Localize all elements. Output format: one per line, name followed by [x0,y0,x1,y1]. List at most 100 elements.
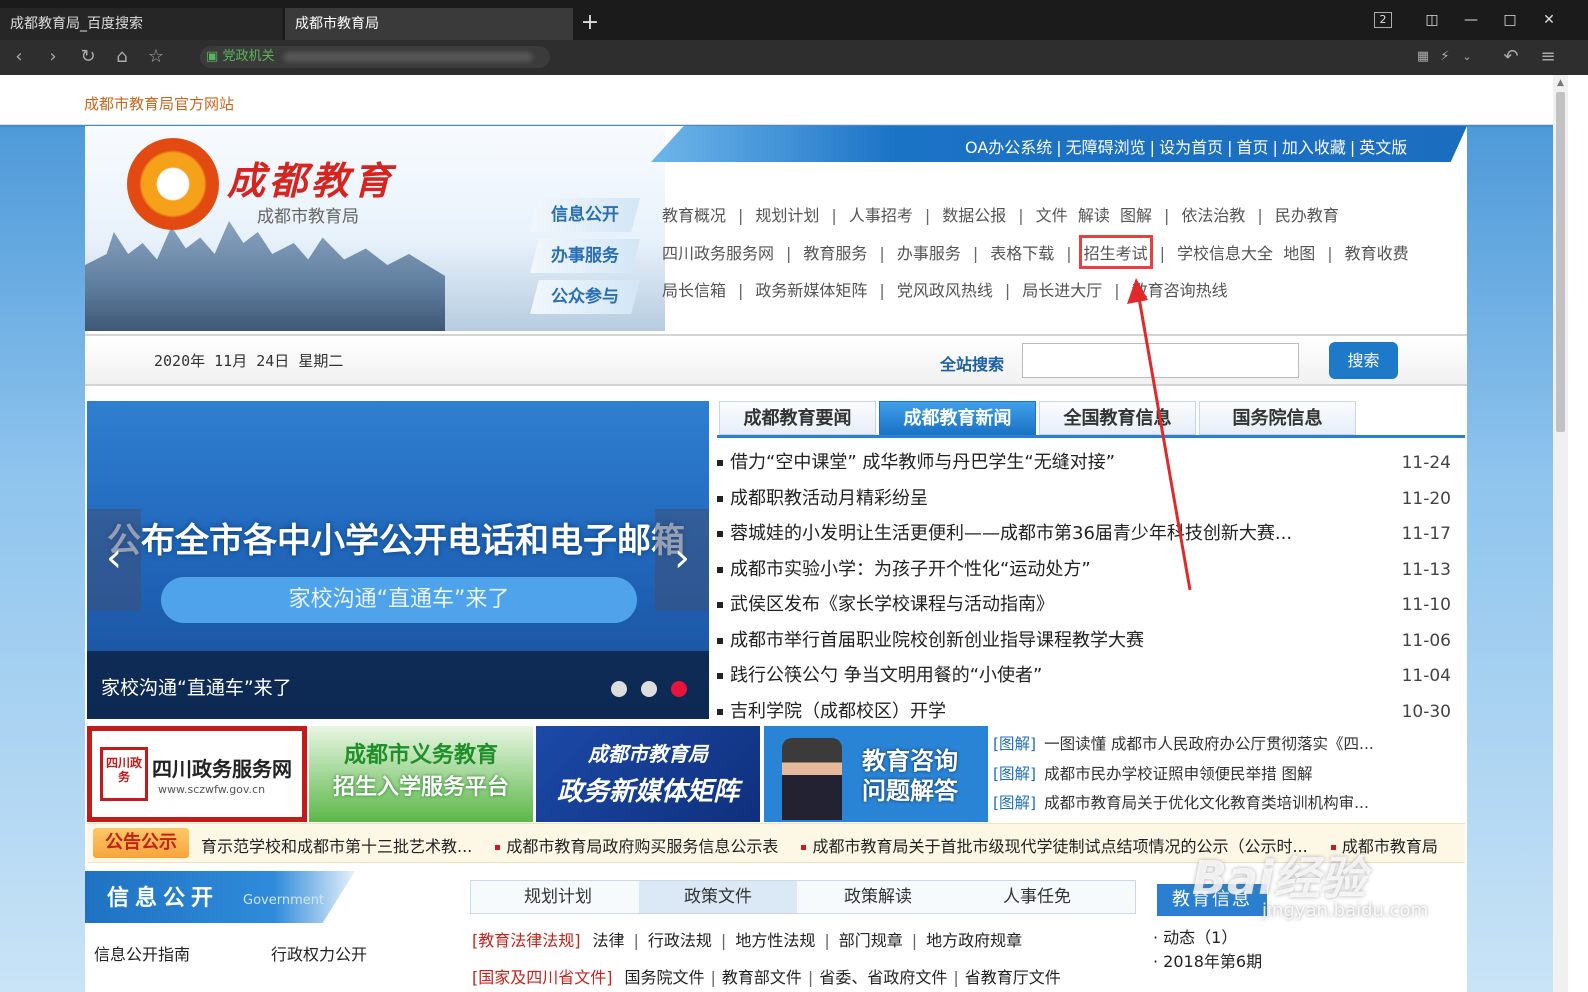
nav-item[interactable]: 文件 [1036,202,1068,226]
address-bar[interactable]: ▣ 党政机关 [200,46,550,68]
link-accessibility[interactable]: 无障碍浏览 [1066,138,1146,157]
new-tab-button[interactable]: + [578,8,602,38]
chevron-down-icon[interactable]: ⌄ [1456,46,1478,68]
carousel-prev-button[interactable]: ‹ [87,509,141,611]
tab-policy-docs[interactable]: 政策文件 [639,881,797,913]
policy-link[interactable]: 省教育厅文件 [965,968,1061,987]
news-title[interactable]: 成都市实验小学：为孩子开个性化“运动处方” [730,559,1091,580]
list-item[interactable]: · 动态（1） [1153,926,1262,950]
reload-icon[interactable]: ↻ [77,46,99,68]
nav-item[interactable]: 解读 [1078,202,1110,226]
lightning-icon[interactable]: ⚡ [1434,46,1456,68]
item-text[interactable]: 成都市民办学校证照申领便民举措 图解 [1044,765,1312,783]
scrollbar-thumb[interactable] [1556,92,1565,432]
qr-icon[interactable]: ▦ [1412,46,1434,68]
item-text[interactable]: 成都市教育局关于优化文化教育类培训机构审... [1044,794,1369,812]
link-home[interactable]: 首页 [1236,138,1268,157]
back-icon[interactable]: ‹ [8,46,30,68]
carousel-dot[interactable] [611,681,627,697]
link-bookmark[interactable]: 加入收藏 [1282,138,1346,157]
new-media-matrix-banner[interactable]: 成都市教育局 政务新媒体矩阵 [536,726,760,822]
star-icon[interactable]: ☆ [145,46,167,68]
nav-item[interactable]: 政务新媒体矩阵 [755,277,867,301]
nav-item[interactable]: 教育咨询热线 [1132,277,1228,301]
nav-item[interactable]: 地图 [1283,240,1315,264]
menu-icon[interactable]: ≡ [1537,46,1559,68]
logo-title[interactable]: 成都教育 [227,150,395,205]
news-item[interactable]: 武侯区发布《家长学校课程与活动指南》 11-10 [717,588,1457,624]
nav-item[interactable]: 学校信息大全 [1177,240,1273,264]
tab-state-council[interactable]: 国务院信息 [1199,401,1356,435]
policy-link[interactable]: 省委、省政府文件 [819,968,947,987]
slide-caption[interactable]: 家校沟通“直通车”来了 [101,673,292,700]
tab-count-badge[interactable]: 2 [1374,12,1392,28]
shirt-icon[interactable]: ◫ [1417,8,1447,32]
nav-item[interactable]: 党风政风热线 [897,277,993,301]
notice-item[interactable]: 育示范学校和成都市第十三批艺术教... [201,837,472,856]
news-item[interactable]: 成都职教活动月精彩纷呈 11-20 [717,482,1457,518]
nav-item[interactable]: 局长信箱 [662,277,726,301]
notice-label[interactable]: 公告公示 [93,828,189,858]
row-label[interactable]: [国家及四川省文件] [472,968,613,987]
infographic-item[interactable]: [图解] 成都市民办学校证照申领便民举措 图解 [993,760,1463,790]
forward-icon[interactable]: › [42,46,64,68]
row-label[interactable]: [教育法律法规] [472,931,581,950]
minimize-icon[interactable]: — [1456,8,1486,32]
tab-baidu-search[interactable]: 成都教育局_百度搜索 [0,8,283,40]
policy-link[interactable]: 法律 [593,931,625,950]
tab-personnel[interactable]: 人事任免 [958,881,1116,913]
home-icon[interactable]: ⌂ [111,46,133,68]
search-input[interactable] [1022,343,1299,378]
news-item[interactable]: 借力“空中课堂” 成华教师与丹巴学生“无缝对接” 11-24 [717,446,1457,482]
nav-item[interactable]: 图解 [1120,202,1152,226]
nav-item[interactable]: 教育收费 [1345,240,1409,264]
link-oa[interactable]: OA办公系统 [965,138,1052,157]
news-title[interactable]: 借力“空中课堂” 成华教师与丹巴学生“无缝对接” [730,452,1115,473]
tab-planning[interactable]: 规划计划 [479,881,637,913]
section-title[interactable]: 信息公开 [107,880,219,912]
tab-national-education[interactable]: 全国教育信息 [1039,401,1196,435]
link-english[interactable]: 英文版 [1359,138,1407,157]
nav-item[interactable]: 教育概况 [662,202,726,226]
item-text[interactable]: 一图读懂 成都市人民政府办公厅贯彻落实《四... [1044,735,1374,753]
news-title[interactable]: 蓉城娃的小发明让生活更便利——成都市第36届青少年科技创新大赛... [730,523,1292,544]
nav-tag-participation[interactable]: 公众参与 [530,280,640,314]
link-admin-power[interactable]: 行政权力公开 [271,941,367,965]
nav-item[interactable]: 教育服务 [803,240,867,264]
link-set-homepage[interactable]: 设为首页 [1159,138,1223,157]
news-title[interactable]: 成都市举行首届职业院校创新创业指导课程教学大赛 [730,630,1144,651]
policy-link[interactable]: 教育部文件 [722,968,802,987]
link-info-guide[interactable]: 信息公开指南 [94,941,190,965]
tab-education-headlines[interactable]: 成都教育要闻 [719,401,876,435]
news-title[interactable]: 成都职教活动月精彩纷呈 [730,488,928,509]
policy-link[interactable]: 地方性法规 [735,931,815,950]
image-carousel[interactable]: 公布全市各中小学公开电话和电子邮箱 家校沟通“直通车”来了 ‹ › 家校沟通“直… [87,401,709,719]
news-title[interactable]: 吉利学院（成都校区）开学 [730,701,946,722]
nav-tag-info-public[interactable]: 信息公开 [530,198,640,232]
tab-chengdu-education[interactable]: 成都市教育局 [285,8,573,40]
policy-link[interactable]: 部门规章 [839,931,903,950]
maximize-icon[interactable]: □ [1495,8,1525,32]
carousel-next-button[interactable]: › [655,509,709,611]
nav-item[interactable]: 局长进大厅 [1022,277,1102,301]
news-title[interactable]: 践行公筷公勺 争当文明用餐的“小使者” [730,665,1042,686]
carousel-dot[interactable] [641,681,657,697]
nav-item-admission-exam[interactable]: 招生考试 [1078,235,1153,269]
admission-platform-banner[interactable]: 成都市义务教育 招生入学服务平台 [309,726,533,822]
policy-link[interactable]: 行政法规 [648,931,712,950]
notice-item[interactable]: 成都市教育局政府购买服务信息公示表 [495,837,778,856]
news-title[interactable]: 武侯区发布《家长学校课程与活动指南》 [730,594,1054,615]
undo-icon[interactable]: ↶ [1500,46,1522,68]
tab-education-news[interactable]: 成都教育新闻 [879,401,1036,435]
news-item[interactable]: 成都市实验小学：为孩子开个性化“运动处方” 11-13 [717,553,1457,589]
nav-item[interactable]: 民办教育 [1275,202,1339,226]
search-button[interactable]: 搜索 [1329,342,1398,379]
infographic-item[interactable]: [图解] 一图读懂 成都市人民政府办公厅贯彻落实《四... [993,730,1463,760]
nav-item[interactable]: 表格下载 [990,240,1054,264]
scroll-up-arrow[interactable]: ▲ [1553,78,1568,90]
news-item[interactable]: 吉利学院（成都校区）开学 10-30 [717,695,1457,731]
tab-policy-interpretation[interactable]: 政策解读 [799,881,957,913]
infographic-item[interactable]: [图解] 成都市教育局关于优化文化教育类培训机构审... [993,789,1463,819]
carousel-dot-active[interactable] [671,681,687,697]
close-icon[interactable]: ✕ [1534,8,1564,32]
